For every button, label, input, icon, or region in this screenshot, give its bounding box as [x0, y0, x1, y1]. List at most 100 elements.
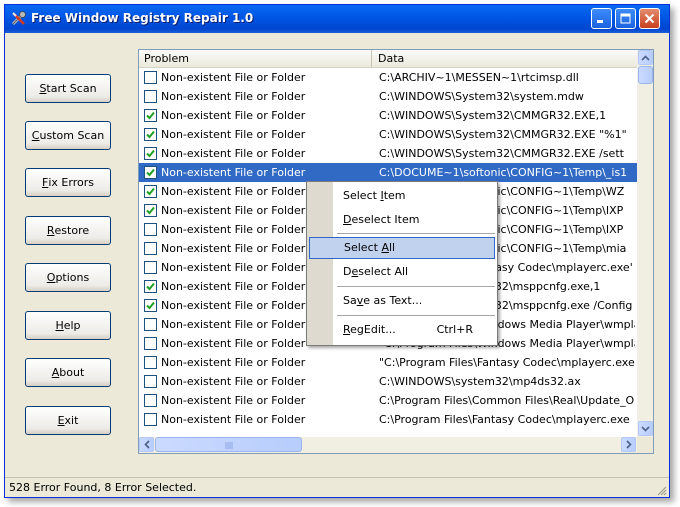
row-checkbox[interactable] [144, 299, 157, 312]
row-checkbox[interactable] [144, 337, 157, 350]
checkmark-icon [146, 206, 155, 215]
context-menu: Select Item Deselect Item Select All Des… [306, 181, 498, 346]
column-header-data[interactable]: Data [373, 50, 637, 67]
row-problem: Non-existent File or Folder [161, 90, 306, 103]
scroll-down-button[interactable] [638, 421, 653, 436]
row-problem: Non-existent File or Folder [161, 413, 306, 426]
menu-item-deselect-all[interactable]: Deselect All [309, 261, 495, 283]
scroll-up-button[interactable] [638, 50, 653, 65]
menu-separator [337, 233, 495, 234]
resize-grip-icon[interactable] [655, 484, 667, 496]
table-row[interactable]: Non-existent File or Folder C:\Program Fi… [139, 410, 637, 429]
start-scan-button[interactable]: Start Scan [25, 74, 111, 103]
row-data: C:\WINDOWS\System32\CMMGR32.EXE /sett [379, 147, 624, 160]
table-row[interactable]: Non-existent File or Folder C:\WINDOWS\Sy… [139, 87, 637, 106]
about-button[interactable]: About [25, 358, 111, 387]
menu-item-select-item[interactable]: Select Item [309, 185, 495, 207]
row-checkbox[interactable] [144, 71, 157, 84]
maximize-button[interactable] [615, 8, 636, 29]
row-checkbox[interactable] [144, 109, 157, 122]
row-problem: Non-existent File or Folder [161, 223, 306, 236]
menu-item-regedit[interactable]: RegEdit... Ctrl+R [309, 319, 495, 341]
row-checkbox[interactable] [144, 185, 157, 198]
row-checkbox[interactable] [144, 318, 157, 331]
checkmark-icon [146, 149, 155, 158]
horizontal-scrollbar[interactable] [139, 437, 637, 453]
checkmark-icon [146, 111, 155, 120]
options-button[interactable]: Options [25, 263, 111, 292]
checkmark-icon [146, 282, 155, 291]
row-data: "C:\Program Files\Fantasy Codec\mplayerc… [379, 356, 635, 369]
row-checkbox[interactable] [144, 280, 157, 293]
row-checkbox[interactable] [144, 147, 157, 160]
status-bar: 528 Error Found, 8 Error Selected. [5, 477, 669, 497]
menu-item-deselect-item[interactable]: Deselect Item [309, 209, 495, 231]
checkmark-icon [146, 130, 155, 139]
status-text: 528 Error Found, 8 Error Selected. [9, 481, 197, 494]
column-header-problem[interactable]: Problem [139, 50, 372, 67]
table-row[interactable]: Non-existent File or Folder "C:\Program F… [139, 353, 637, 372]
row-checkbox[interactable] [144, 166, 157, 179]
wrench-screwdriver-icon [11, 11, 26, 26]
row-problem: Non-existent File or Folder [161, 109, 306, 122]
table-row[interactable]: Non-existent File or Folder C:\WINDOWS\Sy… [139, 125, 637, 144]
grip-lines-icon [225, 442, 233, 449]
row-checkbox[interactable] [144, 394, 157, 407]
scroll-corner [637, 437, 653, 453]
exit-button[interactable]: Exit [25, 406, 111, 435]
menu-shortcut: Ctrl+R [436, 323, 473, 336]
row-checkbox[interactable] [144, 90, 157, 103]
row-data: C:\Program Files\Common Files\Real\Updat… [379, 394, 635, 407]
row-checkbox[interactable] [144, 242, 157, 255]
table-row[interactable]: Non-existent File or Folder C:\WINDOWS\Sy… [139, 106, 637, 125]
app-window: Free Window Registry Repair 1.0 Start Sc… [4, 4, 670, 498]
table-row[interactable]: Non-existent File or Folder C:\WINDOWS\Sy… [139, 144, 637, 163]
row-checkbox[interactable] [144, 204, 157, 217]
minimize-icon [597, 20, 603, 23]
table-row[interactable]: Non-existent File or Folder C:\ARCHIV~1\M… [139, 68, 637, 87]
row-data: C:\WINDOWS\System32\system.mdw [379, 90, 584, 103]
fix-errors-button[interactable]: Fix Errors [25, 168, 111, 197]
row-problem: Non-existent File or Folder [161, 261, 306, 274]
vertical-scroll-thumb[interactable] [638, 66, 653, 84]
row-problem: Non-existent File or Folder [161, 299, 306, 312]
horizontal-scroll-thumb[interactable] [155, 437, 302, 452]
row-problem: Non-existent File or Folder [161, 375, 306, 388]
custom-scan-button[interactable]: Custom Scan [25, 121, 111, 150]
close-button[interactable] [639, 8, 660, 29]
table-row[interactable]: Non-existent File or Folder C:\WINDOWS\sy… [139, 372, 637, 391]
checkmark-icon [146, 301, 155, 310]
row-data: C:\WINDOWS\System32\CMMGR32.EXE,1 [379, 109, 607, 122]
row-problem: Non-existent File or Folder [161, 337, 306, 350]
arrow-right-icon [625, 440, 632, 449]
row-data: C:\WINDOWS\System32\CMMGR32.EXE "%1" [379, 128, 627, 141]
restore-button[interactable]: Restore [25, 216, 111, 245]
row-data: C:\WINDOWS\system32\mp4ds32.ax [379, 375, 581, 388]
menu-separator [337, 315, 495, 316]
scroll-right-button[interactable] [621, 437, 636, 452]
row-checkbox[interactable] [144, 356, 157, 369]
row-checkbox[interactable] [144, 128, 157, 141]
row-problem: Non-existent File or Folder [161, 128, 306, 141]
minimize-button[interactable] [591, 8, 612, 29]
scroll-left-button[interactable] [139, 437, 154, 452]
row-checkbox[interactable] [144, 375, 157, 388]
row-problem: Non-existent File or Folder [161, 166, 306, 179]
table-row[interactable]: Non-existent File or Folder C:\Program Fi… [139, 391, 637, 410]
list-header: Problem Data [139, 50, 637, 68]
menu-item-select-all[interactable]: Select All [309, 237, 495, 259]
row-checkbox[interactable] [144, 413, 157, 426]
row-data: C:\Program Files\Fantasy Codec\mplayerc.… [379, 413, 630, 426]
table-row[interactable]: Non-existent File or Folder C:\DOCUME~1\s… [139, 163, 637, 182]
window-title: Free Window Registry Repair 1.0 [31, 11, 254, 25]
row-data: C:\DOCUME~1\softonic\CONFIG~1\Temp\_is1 [379, 166, 628, 179]
title-bar[interactable]: Free Window Registry Repair 1.0 [5, 5, 669, 33]
row-checkbox[interactable] [144, 223, 157, 236]
row-checkbox[interactable] [144, 261, 157, 274]
vertical-scrollbar[interactable] [637, 50, 653, 437]
menu-separator [337, 286, 495, 287]
help-button[interactable]: Help [25, 311, 111, 340]
menu-item-save-as-text[interactable]: Save as Text... [309, 290, 495, 312]
row-problem: Non-existent File or Folder [161, 318, 306, 331]
arrow-left-icon [143, 440, 150, 449]
